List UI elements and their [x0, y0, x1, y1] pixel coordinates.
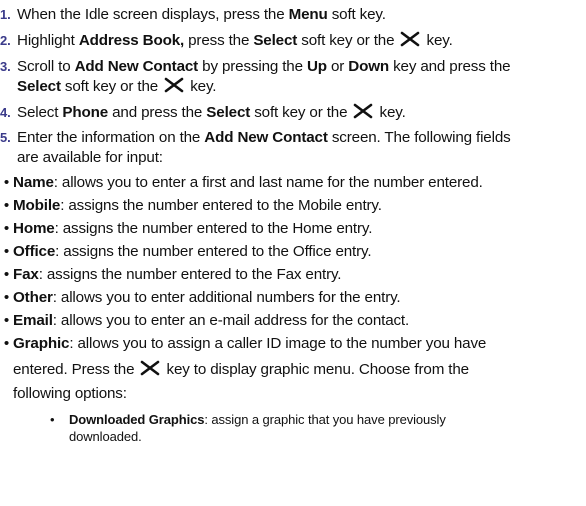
add-new-contact-label: Add New Contact — [204, 129, 328, 146]
step-text: and press the — [108, 104, 207, 121]
bullet: • — [3, 197, 10, 214]
field-desc: : allows you to enter additional numbers… — [52, 289, 401, 306]
field-item-other: • Other: allows you to enter additional n… — [0, 288, 401, 308]
step-number: 1. — [0, 7, 11, 22]
step-1: 1. When the Idle screen displays, press t… — [0, 5, 584, 25]
step-text: Enter the information on the — [17, 129, 205, 146]
step-text: soft key or the — [60, 78, 163, 95]
step-3-continuation: Select soft key or the key. — [17, 77, 216, 99]
option-desc: : assign a graphic that you have previou… — [204, 412, 446, 427]
graphic-continuation-2: following options: — [13, 384, 127, 404]
step-text: are available for input: — [17, 149, 163, 166]
step-number: 2. — [0, 33, 11, 48]
field-name: Graphic — [13, 335, 70, 352]
select-key-label: Select — [253, 32, 298, 49]
step-3: 3. Scroll to Add New Contact by pressing … — [0, 57, 584, 77]
field-name: Office — [13, 243, 56, 260]
step-text: screen. The following fields — [327, 129, 511, 146]
bullet: • — [3, 174, 10, 191]
option-name: Downloaded Graphics — [69, 412, 205, 427]
graphic-option-downloaded: • Downloaded Graphics: assign a graphic t… — [50, 411, 446, 428]
field-name: Mobile — [13, 197, 61, 214]
bullet: • — [3, 312, 10, 329]
down-key-label: Down — [348, 58, 390, 75]
step-4: 4. Select Phone and press the Select soft… — [0, 103, 584, 125]
step-text: When the Idle screen displays, press the — [17, 6, 289, 23]
field-item-fax: • Fax: assigns the number entered to the … — [0, 265, 342, 285]
field-desc: : allows you to enter an e-mail address … — [52, 312, 410, 329]
step-5-continuation: are available for input: — [17, 148, 163, 168]
step-number: 4. — [0, 105, 11, 120]
step-5: 5. Enter the information on the Add New C… — [0, 128, 584, 148]
step-text: press the — [184, 32, 254, 49]
select-key-icon — [352, 103, 374, 125]
field-item-email: • Email: allows you to enter an e-mail ad… — [0, 311, 409, 331]
field-desc: : assigns the number entered to the Mobi… — [60, 197, 382, 214]
field-item-graphic: • Graphic: allows you to assign a caller … — [0, 334, 486, 354]
step-text: key and press the — [389, 58, 511, 75]
select-key-label: Select — [17, 78, 61, 95]
select-key-icon — [163, 77, 185, 99]
step-text: key. — [375, 104, 406, 121]
field-desc: : assigns the number entered to the Home… — [54, 220, 373, 237]
step-text: soft key or the — [297, 32, 399, 49]
field-item-name: • Name: allows you to enter a first and l… — [0, 173, 483, 193]
select-key-icon — [399, 31, 421, 53]
step-text: soft key. — [327, 6, 386, 23]
bullet: • — [3, 335, 10, 352]
field-desc: : assigns the number entered to the Fax … — [38, 266, 342, 283]
step-number: 5. — [0, 130, 11, 145]
bullet: • — [3, 289, 10, 306]
manual-page: 1. When the Idle screen displays, press t… — [0, 0, 586, 506]
add-new-contact-label: Add New Contact — [74, 58, 199, 75]
bullet: • — [3, 220, 10, 237]
field-name: Home — [13, 220, 55, 237]
step-2: 2. Highlight Address Book, press the Sele… — [0, 31, 584, 53]
select-key-icon — [139, 360, 161, 382]
field-desc: entered. Press the — [13, 361, 139, 378]
field-desc: : allows you to enter a first and last n… — [53, 174, 483, 191]
field-desc: key to display graphic menu. Choose from… — [162, 361, 470, 378]
step-text: key. — [422, 32, 453, 49]
step-number: 3. — [0, 59, 11, 74]
graphic-continuation-1: entered. Press the key to display graphi… — [13, 360, 469, 382]
field-desc: : assigns the number entered to the Offi… — [55, 243, 372, 260]
option-desc: downloaded. — [69, 429, 142, 444]
step-text: by pressing the — [198, 58, 307, 75]
step-text: soft key or the — [250, 104, 352, 121]
address-book-label: Address Book, — [78, 32, 185, 49]
step-text: Select — [17, 104, 63, 121]
field-item-home: • Home: assigns the number entered to the… — [0, 219, 373, 239]
bullet: • — [3, 243, 10, 260]
field-name: Fax — [13, 266, 39, 283]
step-text: Scroll to — [17, 58, 75, 75]
field-name: Name — [13, 174, 54, 191]
field-name: Email — [13, 312, 53, 329]
step-text: Highlight — [17, 32, 79, 49]
step-text: or — [326, 58, 349, 75]
step-text: key. — [186, 78, 217, 95]
bullet: • — [50, 412, 55, 427]
select-key-label: Select — [206, 104, 251, 121]
phone-label: Phone — [62, 104, 109, 121]
menu-key-label: Menu — [288, 6, 328, 23]
graphic-option-downloaded-continuation: downloaded. — [69, 428, 142, 445]
field-name: Other — [13, 289, 53, 306]
field-item-office: • Office: assigns the number entered to t… — [0, 242, 372, 262]
field-desc: : allows you to assign a caller ID image… — [69, 335, 487, 352]
up-key-label: Up — [306, 58, 327, 75]
field-desc: following options: — [13, 385, 127, 402]
field-item-mobile: • Mobile: assigns the number entered to t… — [0, 196, 382, 216]
bullet: • — [3, 266, 10, 283]
